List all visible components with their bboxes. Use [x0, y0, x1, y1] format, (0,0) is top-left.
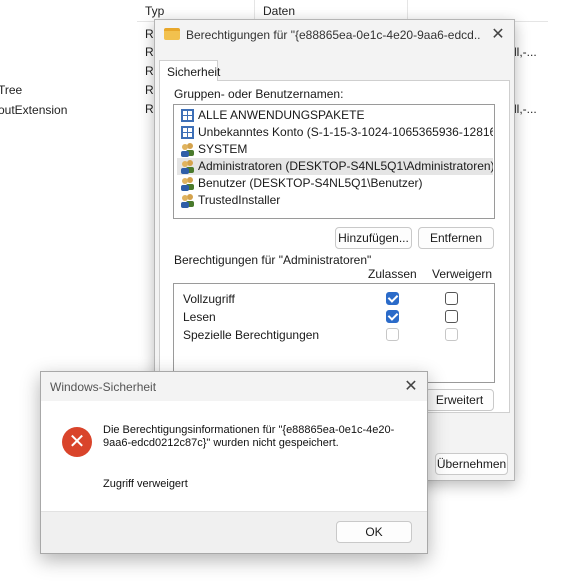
- deny-read-checkbox[interactable]: [445, 310, 458, 323]
- tree-item[interactable]: Tree: [0, 83, 22, 97]
- allow-read-checkbox[interactable]: [386, 310, 399, 323]
- group-label: Gruppen- oder Benutzernamen:: [174, 87, 344, 101]
- alert-title: Windows-Sicherheit: [50, 380, 157, 394]
- apply-button[interactable]: Übernehmen: [435, 453, 508, 475]
- user-name: Benutzer (DESKTOP-S4NL5Q1\Benutzer): [198, 176, 423, 190]
- user-list[interactable]: ALLE ANWENDUNGSPAKETE Unbekanntes Konto …: [173, 104, 495, 219]
- unknown-account-icon: [181, 126, 194, 139]
- column-type[interactable]: Typ: [145, 4, 164, 18]
- tree-item[interactable]: outExtension: [0, 103, 67, 117]
- user-name: Administratoren (DESKTOP-S4NL5Q1\Adminis…: [198, 159, 493, 173]
- users-icon: [181, 143, 194, 157]
- allow-column-header: Zulassen: [368, 267, 417, 281]
- permissions-for-label: Berechtigungen für "Administratoren": [174, 253, 372, 267]
- deny-special-checkbox: [445, 328, 458, 341]
- ok-button[interactable]: OK: [336, 521, 412, 543]
- user-name: SYSTEM: [198, 142, 248, 156]
- user-name: ALLE ANWENDUNGSPAKETE: [198, 108, 365, 122]
- folder-icon: [164, 28, 180, 40]
- alert-footer: OK: [41, 511, 427, 553]
- list-item[interactable]: SYSTEM: [177, 141, 493, 158]
- allow-full-control-checkbox[interactable]: [386, 292, 399, 305]
- list-item[interactable]: ALLE ANWENDUNGSPAKETE: [177, 107, 493, 124]
- user-name: TrustedInstaller: [198, 193, 281, 207]
- close-icon[interactable]: ✕: [487, 24, 509, 46]
- advanced-button[interactable]: Erweitert: [425, 389, 494, 411]
- value-data[interactable]: ll,-...: [514, 102, 537, 116]
- app-package-icon: [181, 109, 194, 122]
- close-icon[interactable]: ✕: [400, 376, 422, 398]
- error-icon: ✕: [62, 427, 92, 457]
- security-alert-dialog: Windows-Sicherheit ✕ ✕ Die Berechtigungs…: [40, 371, 428, 554]
- users-icon: [181, 160, 194, 174]
- deny-column-header: Verweigern: [432, 267, 493, 281]
- permission-list: Vollzugriff Lesen Spezielle Berechtigung…: [173, 283, 495, 383]
- column-data[interactable]: Daten: [263, 4, 295, 18]
- list-item[interactable]: Benutzer (DESKTOP-S4NL5Q1\Benutzer): [177, 175, 493, 192]
- tab-security[interactable]: Sicherheit: [159, 60, 220, 81]
- list-item[interactable]: Administratoren (DESKTOP-S4NL5Q1\Adminis…: [177, 158, 493, 175]
- list-item[interactable]: Unbekanntes Konto (S-1-15-3-1024-1065365…: [177, 124, 493, 141]
- users-icon: [181, 194, 194, 208]
- permissions-titlebar[interactable]: Berechtigungen für "{e88865ea-0e1c-4e20-…: [155, 20, 514, 50]
- remove-button[interactable]: Entfernen: [418, 227, 494, 249]
- list-item[interactable]: TrustedInstaller: [177, 192, 493, 209]
- alert-titlebar[interactable]: Windows-Sicherheit ✕: [41, 372, 427, 401]
- add-button[interactable]: Hinzufügen...: [335, 227, 412, 249]
- permissions-title: Berechtigungen für "{e88865ea-0e1c-4e20-…: [186, 28, 481, 42]
- alert-message: Die Berechtigungsinformationen für "{e88…: [103, 424, 395, 449]
- alert-detail: Zugriff verweigert: [103, 478, 188, 490]
- permission-name: Spezielle Berechtigungen: [183, 328, 320, 342]
- allow-special-checkbox: [386, 328, 399, 341]
- user-name: Unbekanntes Konto (S-1-15-3-1024-1065365…: [198, 125, 493, 139]
- deny-full-control-checkbox[interactable]: [445, 292, 458, 305]
- permission-name: Lesen: [183, 310, 216, 324]
- users-icon: [181, 177, 194, 191]
- value-data[interactable]: ll,-...: [514, 45, 537, 59]
- permission-name: Vollzugriff: [183, 292, 235, 306]
